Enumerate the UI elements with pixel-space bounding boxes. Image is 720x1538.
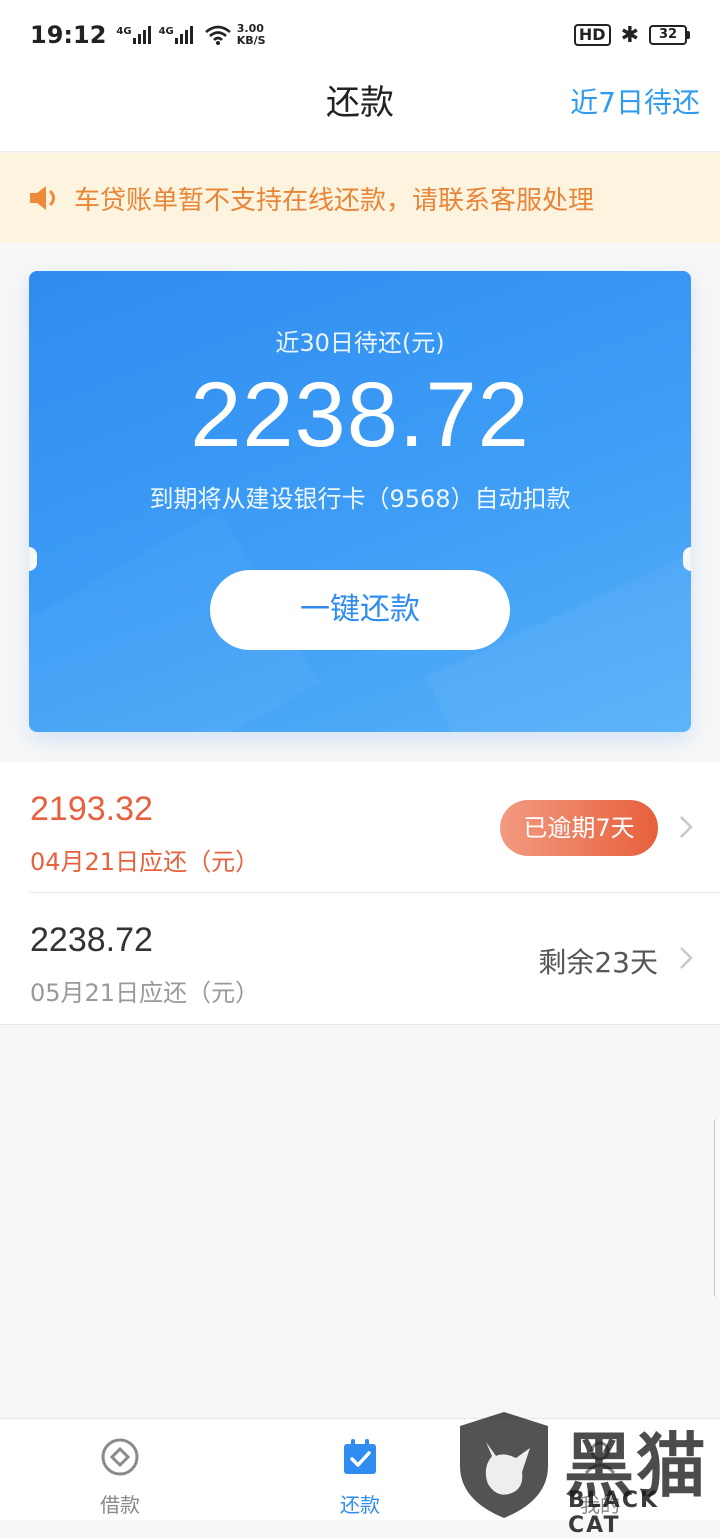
bill-due-date: 04月21日应还（元） <box>30 848 260 876</box>
signal-icon-2: 4G <box>159 26 193 44</box>
one-click-repay-button[interactable]: 一键还款 <box>210 570 510 650</box>
overdue-badge: 已逾期7天 <box>500 800 658 856</box>
chevron-right-icon <box>680 947 693 969</box>
bottom-tab-bar: 借款 还款 我的 <box>0 1418 720 1520</box>
repayment-summary-card: 近30日待还(元) 2238.72 到期将从建设银行卡（9568）自动扣款 一键… <box>29 271 691 732</box>
tab-borrow[interactable]: 借款 <box>50 1419 190 1521</box>
battery-level: 32 <box>649 25 687 45</box>
hd-icon: HD <box>573 24 611 46</box>
days-remaining: 剩余23天 <box>538 946 658 979</box>
speaker-icon <box>30 186 55 210</box>
bill-row-overdue[interactable]: 2193.32 04月21日应还（元） 已逾期7天 <box>30 762 720 893</box>
bill-row-upcoming[interactable]: 2238.72 05月21日应还（元） 剩余23天 <box>30 893 720 1024</box>
bluetooth-icon: ✱ <box>620 22 639 48</box>
edge-scroll-handle[interactable] <box>714 1118 720 1298</box>
next-7-days-link[interactable]: 近7日待还 <box>570 70 700 136</box>
profile-icon <box>584 1441 616 1475</box>
header: 还款 近7日待还 <box>0 70 720 152</box>
tab-repay[interactable]: 还款 <box>290 1419 430 1521</box>
notice-text: 车贷账单暂不支持在线还款，请联系客服处理 <box>74 185 595 216</box>
network-speed: 3.00 KB/S <box>236 22 266 47</box>
status-bar: 19:12 4G 4G 3.00 KB/S HD ✱ 32 <box>0 0 720 70</box>
bill-list: 2193.32 04月21日应还（元） 已逾期7天 2238.72 05月21日… <box>0 762 720 1024</box>
signal-icon-1: 4G <box>116 26 151 44</box>
status-time: 19:12 <box>30 21 107 49</box>
tab-label: 我的 <box>580 1493 620 1517</box>
bill-amount: 2193.32 <box>30 790 153 828</box>
wifi-icon <box>204 25 231 45</box>
borrow-icon <box>101 1438 139 1476</box>
bill-due-date: 05月21日应还（元） <box>30 979 260 1007</box>
notice-bar: 车贷账单暂不支持在线还款，请联系客服处理 <box>0 153 720 243</box>
repay-icon <box>344 1439 376 1474</box>
pending-30-days-label: 近30日待还(元) <box>275 329 445 357</box>
tab-label: 借款 <box>100 1493 140 1517</box>
auto-debit-info: 到期将从建设银行卡（9568）自动扣款 <box>149 485 571 513</box>
tab-profile[interactable]: 我的 <box>530 1419 670 1521</box>
bill-amount: 2238.72 <box>30 921 153 959</box>
tab-label: 还款 <box>340 1493 380 1517</box>
pending-amount: 2238.72 <box>190 364 530 466</box>
divider <box>0 1024 720 1025</box>
battery-icon: 32 <box>649 25 690 45</box>
chevron-right-icon <box>680 816 693 838</box>
